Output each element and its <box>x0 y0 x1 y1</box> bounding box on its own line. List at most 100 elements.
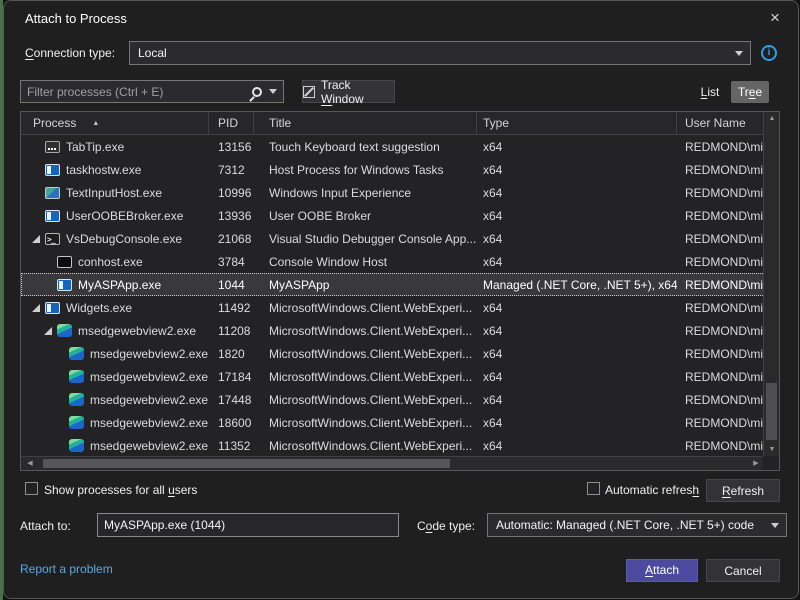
report-a-problem-link[interactable]: Report a problem <box>20 562 113 576</box>
title-cell: MicrosoftWindows.Client.WebExperi... <box>254 347 477 361</box>
process-name-cell: TabTip.exe <box>21 140 209 154</box>
search-options-caret-icon[interactable] <box>269 89 277 94</box>
process-icon <box>69 439 84 452</box>
process-name: conhost.exe <box>78 255 143 269</box>
scroll-down-icon[interactable]: ▼ <box>764 443 780 457</box>
info-icon[interactable]: i <box>761 45 777 61</box>
process-name-cell: TextInputHost.exe <box>21 186 209 200</box>
column-header-pid[interactable]: PID <box>209 112 254 134</box>
scroll-up-icon[interactable]: ▲ <box>764 112 780 126</box>
pid-cell: 3784 <box>209 255 254 269</box>
process-table-header: Process ▲ PID Title Type User Name <box>21 112 765 135</box>
title-cell: MicrosoftWindows.Client.WebExperi... <box>254 370 477 384</box>
process-row[interactable]: taskhostw.exe 7312 Host Process for Wind… <box>21 158 765 181</box>
user-name-cell: REDMOND\mi <box>677 393 765 407</box>
filter-processes-box[interactable] <box>20 80 284 103</box>
column-header-process[interactable]: Process ▲ <box>21 112 209 134</box>
title-cell: MicrosoftWindows.Client.WebExperi... <box>254 439 477 453</box>
process-row[interactable]: TabTip.exe 13156 Touch Keyboard text sug… <box>21 135 765 158</box>
filter-processes-input[interactable] <box>21 85 252 99</box>
process-row[interactable]: msedgewebview2.exe 17448 MicrosoftWindow… <box>21 388 765 411</box>
pid-cell: 13936 <box>209 209 254 223</box>
column-header-type[interactable]: Type <box>477 112 677 134</box>
user-name-cell: REDMOND\mi <box>677 232 765 246</box>
vertical-scrollbar-thumb[interactable] <box>766 383 777 440</box>
title-cell: User OOBE Broker <box>254 209 477 223</box>
expander-icon[interactable] <box>29 232 45 246</box>
process-table: Process ▲ PID Title Type User Name TabTi… <box>20 111 780 471</box>
process-icon <box>69 347 84 360</box>
user-name-cell: REDMOND\mi <box>677 347 765 361</box>
title-cell: MyASPApp <box>254 278 477 292</box>
process-row[interactable]: msedgewebview2.exe 11208 MicrosoftWindow… <box>21 319 765 342</box>
type-cell: x64 <box>477 301 677 315</box>
process-icon <box>69 416 84 429</box>
pid-cell: 1820 <box>209 347 254 361</box>
expander-icon[interactable] <box>41 324 57 338</box>
cancel-button[interactable]: Cancel <box>706 559 780 582</box>
process-name-cell: msedgewebview2.exe <box>21 416 209 430</box>
process-name: MyASPApp.exe <box>78 278 161 292</box>
column-header-title[interactable]: Title <box>254 112 477 134</box>
scroll-right-icon[interactable]: ▶ <box>749 457 763 471</box>
process-row[interactable]: TextInputHost.exe 10996 Windows Input Ex… <box>21 181 765 204</box>
process-row[interactable]: conhost.exe 3784 Console Window Host x64… <box>21 250 765 273</box>
type-cell: x64 <box>477 416 677 430</box>
pid-cell: 13156 <box>209 140 254 154</box>
pid-cell: 17448 <box>209 393 254 407</box>
pid-cell: 10996 <box>209 186 254 200</box>
process-icon <box>45 164 60 176</box>
close-icon[interactable]: × <box>760 5 790 31</box>
refresh-button[interactable]: Refresh <box>706 479 780 502</box>
expander-icon[interactable] <box>29 301 45 315</box>
type-cell: x64 <box>477 370 677 384</box>
horizontal-scrollbar[interactable]: ◀ ▶ <box>21 456 765 470</box>
process-row[interactable]: Widgets.exe 11492 MicrosoftWindows.Clien… <box>21 296 765 319</box>
process-name: VsDebugConsole.exe <box>66 232 182 246</box>
search-icon[interactable] <box>252 87 262 97</box>
process-name-cell: msedgewebview2.exe <box>21 439 209 453</box>
automatic-refresh-checkbox[interactable] <box>587 482 600 495</box>
pid-cell: 11352 <box>209 439 254 453</box>
user-name-cell: REDMOND\mi <box>677 163 765 177</box>
scroll-left-icon[interactable]: ◀ <box>23 457 37 471</box>
track-window-button[interactable]: Track Window <box>302 80 395 103</box>
horizontal-scrollbar-thumb[interactable] <box>43 459 450 468</box>
type-cell: x64 <box>477 255 677 269</box>
pid-cell: 7312 <box>209 163 254 177</box>
process-row[interactable]: msedgewebview2.exe 11352 MicrosoftWindow… <box>21 434 765 457</box>
vertical-scrollbar[interactable]: ▲ ▼ <box>763 112 779 457</box>
show-all-users-label[interactable]: Show processes for all users <box>44 483 197 497</box>
user-name-cell: REDMOND\mi <box>677 186 765 200</box>
type-cell: x64 <box>477 393 677 407</box>
process-row[interactable]: VsDebugConsole.exe 21068 Visual Studio D… <box>21 227 765 250</box>
type-cell: x64 <box>477 439 677 453</box>
title-cell: MicrosoftWindows.Client.WebExperi... <box>254 324 477 338</box>
list-view-toggle[interactable]: List <box>692 81 728 103</box>
column-header-user-name[interactable]: User Name <box>677 112 765 134</box>
show-all-users-checkbox[interactable] <box>25 482 38 495</box>
process-row[interactable]: msedgewebview2.exe 17184 MicrosoftWindow… <box>21 365 765 388</box>
automatic-refresh-label[interactable]: Automatic refresh <box>605 483 699 497</box>
scrollbar-corner <box>763 456 779 470</box>
process-row[interactable]: msedgewebview2.exe 1820 MicrosoftWindows… <box>21 342 765 365</box>
code-type-combobox[interactable]: Automatic: Managed (.NET Core, .NET 5+) … <box>487 513 787 537</box>
process-name: Widgets.exe <box>66 301 132 315</box>
tree-view-toggle[interactable]: Tree <box>731 81 769 103</box>
process-row[interactable]: msedgewebview2.exe 18600 MicrosoftWindow… <box>21 411 765 434</box>
process-icon <box>45 210 60 222</box>
process-name-cell: msedgewebview2.exe <box>21 370 209 384</box>
process-name: msedgewebview2.exe <box>90 416 208 430</box>
process-name: taskhostw.exe <box>66 163 141 177</box>
connection-type-value: Local <box>138 46 167 60</box>
process-row[interactable]: UserOOBEBroker.exe 13936 User OOBE Broke… <box>21 204 765 227</box>
user-name-cell: REDMOND\mi <box>677 301 765 315</box>
type-cell: x64 <box>477 163 677 177</box>
process-icon <box>45 233 60 245</box>
user-name-cell: REDMOND\mi <box>677 324 765 338</box>
pid-cell: 17184 <box>209 370 254 384</box>
attach-to-field[interactable] <box>97 513 399 537</box>
attach-button[interactable]: Attach <box>626 559 698 582</box>
process-row[interactable]: MyASPApp.exe 1044 MyASPApp Managed (.NET… <box>21 273 765 296</box>
connection-type-combobox[interactable]: Local <box>129 41 751 65</box>
